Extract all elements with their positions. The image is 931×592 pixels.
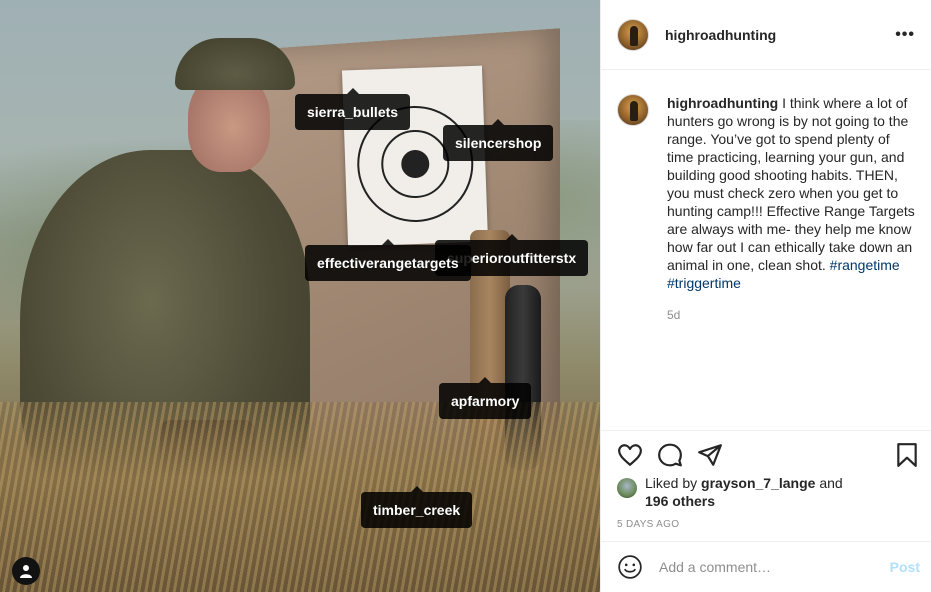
caption-text: highroadhunting I think where a lot of h… <box>667 94 915 292</box>
photo-tag-sierra-bullets[interactable]: sierra_bullets <box>295 88 411 130</box>
caption-avatar[interactable] <box>617 94 649 126</box>
photo-tag-silencershop[interactable]: silencershop <box>443 119 554 161</box>
caption-container: highroadhunting I think where a lot of h… <box>649 94 915 430</box>
person-icon[interactable] <box>12 557 40 585</box>
photo-tag-timber-creek[interactable]: timber_creek <box>361 486 473 528</box>
likes-summary: Liked by grayson_7_lange and 196 others <box>617 474 843 510</box>
hashtag-link[interactable]: #rangetime <box>830 257 900 273</box>
comment-icon[interactable] <box>657 442 683 468</box>
liker-avatar[interactable] <box>617 478 637 498</box>
post-photo[interactable]: sierra_bullets silencershop superioroutf… <box>0 0 600 592</box>
hashtag-link[interactable]: #triggertime <box>667 275 741 291</box>
photo-tag-effectiverangetargets[interactable]: effectiverangetargets <box>305 239 471 281</box>
caption-username[interactable]: highroadhunting <box>667 95 778 111</box>
post-button[interactable]: Post <box>890 559 920 575</box>
caption-area: highroadhunting I think where a lot of h… <box>601 70 931 430</box>
liker-username[interactable]: grayson_7_lange <box>701 475 815 491</box>
header-username[interactable]: highroadhunting <box>665 27 776 43</box>
bookmark-icon[interactable] <box>894 442 920 468</box>
likes-prefix: Liked by <box>645 475 702 491</box>
heart-icon[interactable] <box>617 442 643 468</box>
more-options-icon[interactable]: ••• <box>895 26 915 44</box>
share-icon[interactable] <box>697 442 723 468</box>
hunter-cap <box>175 38 295 90</box>
post-panel: highroadhunting ••• highroadhunting I th… <box>600 0 931 592</box>
emoji-icon[interactable] <box>617 554 643 580</box>
comment-bar: Post <box>601 541 931 592</box>
avatar[interactable] <box>617 18 649 51</box>
grass <box>0 402 600 592</box>
posted-time[interactable]: 5 DAYS AGO <box>617 519 679 530</box>
likes-others-link[interactable]: 196 others <box>645 493 715 509</box>
person-icon-glyph <box>20 565 32 578</box>
action-bar <box>601 430 931 478</box>
caption-timestamp[interactable]: 5d <box>667 306 915 324</box>
comment-input[interactable] <box>659 559 879 575</box>
likes-middle: and <box>815 475 843 491</box>
likes-text: Liked by grayson_7_lange and 196 others <box>645 474 843 510</box>
post-header: highroadhunting ••• <box>601 0 931 70</box>
photo-tag-apfarmory[interactable]: apfarmory <box>439 377 532 419</box>
caption-body: I think where a lot of hunters go wrong … <box>667 95 915 273</box>
